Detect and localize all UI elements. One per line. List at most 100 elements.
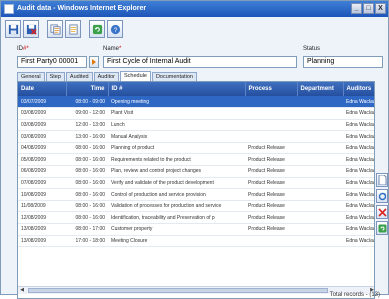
- cell-date: 03/08/2009: [18, 119, 66, 132]
- cell-department: [297, 188, 343, 201]
- help-button[interactable]: ?: [107, 20, 123, 38]
- cell-id: Plant Visit: [108, 107, 245, 120]
- cell-auditors: Edna Waclaw: [343, 142, 374, 155]
- cell-department: [297, 96, 343, 109]
- table-row[interactable]: 12/08/2009 08:00 - 16:00 Identification, t…: [18, 211, 374, 225]
- cell-date: 11/08/2009: [18, 200, 66, 213]
- copy-icon: [49, 23, 61, 35]
- cell-date: 04/08/2009: [18, 142, 66, 155]
- tab-audited[interactable]: Audited: [65, 72, 93, 81]
- save-close-button[interactable]: [23, 20, 39, 38]
- save-button[interactable]: [5, 20, 21, 38]
- cell-id: Verify and validate of the product devel…: [108, 177, 245, 190]
- cell-process: [245, 235, 297, 248]
- table-row[interactable]: 03/08/2009 12:00 - 13:00 Lunch Edna Waclaw: [18, 119, 374, 132]
- refresh-grid-button[interactable]: [376, 189, 388, 203]
- col-header-department[interactable]: Department: [297, 82, 344, 96]
- cell-time: 08:00 - 16:00: [66, 211, 108, 225]
- cell-time: 13:00 - 16:00: [66, 130, 108, 143]
- scroll-left-icon[interactable]: ◀: [18, 287, 26, 294]
- window-title: Audit data - Windows Internet Explorer: [17, 5, 147, 12]
- col-header-date[interactable]: Date: [18, 82, 67, 96]
- col-header-id[interactable]: ID #: [108, 82, 246, 96]
- help-icon: ?: [110, 24, 120, 34]
- cell-process: Product Release: [245, 188, 297, 201]
- cell-department: [297, 165, 343, 178]
- id-field[interactable]: First Party0 00001: [17, 56, 87, 68]
- cell-process: Product Release: [245, 165, 297, 178]
- col-header-time[interactable]: Time: [66, 82, 109, 96]
- table-row[interactable]: 11/08/2009 08:00 - 16:00 Validation of pro…: [18, 200, 374, 213]
- export-icon: [378, 224, 386, 232]
- id-lookup-button[interactable]: [89, 56, 99, 68]
- cell-date: 06/08/2009: [18, 165, 66, 178]
- table-row[interactable]: 07/08/2009 08:00 - 16:00 Verify and valida…: [18, 177, 374, 190]
- cell-department: [297, 130, 343, 143]
- cell-auditors: Edna Waclaw: [343, 200, 374, 213]
- cell-id: Lunch: [108, 119, 245, 132]
- cell-date: 03/07/2009: [18, 96, 66, 109]
- name-field[interactable]: First Cycle of Internal Audit: [103, 56, 297, 68]
- maximize-button[interactable]: □: [363, 3, 374, 14]
- table-row[interactable]: 03/08/2009 13:00 - 16:00 Manual Analysis Ed…: [18, 130, 374, 143]
- horizontal-scrollbar[interactable]: ◀ ▶: [18, 286, 374, 294]
- cell-process: Product Release: [245, 200, 297, 213]
- cell-process: Product Release: [245, 153, 297, 167]
- cell-time: 08:00 - 17:00: [66, 223, 108, 236]
- tab-schedule[interactable]: Schedule: [120, 71, 151, 81]
- cell-date: 13/08/2009: [18, 223, 66, 236]
- cell-date: 10/08/2009: [18, 188, 66, 201]
- refresh-button[interactable]: [89, 20, 105, 38]
- cell-date: 03/08/2009: [18, 130, 66, 143]
- cell-process: [245, 107, 297, 120]
- cell-process: [245, 130, 297, 143]
- save-close-icon: [26, 24, 37, 35]
- audit-data-window: Audit data - Windows Internet Explorer _…: [0, 0, 389, 299]
- minimize-button[interactable]: _: [351, 3, 362, 14]
- col-header-auditors[interactable]: Auditors: [343, 82, 374, 96]
- table-row[interactable]: 06/08/2009 08:00 - 16:00 Plan, review and …: [18, 165, 374, 178]
- scroll-thumb[interactable]: [28, 288, 328, 293]
- table-row[interactable]: 03/08/2009 09:00 - 12:00 Plant Visit Edna W…: [18, 107, 374, 120]
- cell-auditors: Edna Waclaw: [343, 177, 374, 190]
- status-label: Status: [303, 46, 321, 52]
- cell-date: 03/08/2009: [18, 107, 66, 120]
- tab-documentation[interactable]: Documentation: [151, 72, 197, 81]
- table-row[interactable]: 13/08/2009 17:00 - 18:00 Meeting Closure Ed…: [18, 235, 374, 248]
- tab-step[interactable]: Step: [45, 72, 65, 81]
- table-row[interactable]: 05/08/2009 08:00 - 16:00 Requirements rela…: [18, 153, 374, 167]
- total-records: Total records - (13): [329, 292, 380, 298]
- cell-time: 08:00 - 16:00: [66, 142, 108, 155]
- cell-id: Manual Analysis: [108, 130, 245, 143]
- table-row[interactable]: 04/08/2009 08:00 - 16:00 Planning of produ…: [18, 142, 374, 155]
- schedule-table: Date Time ID # Process Department Audito…: [18, 82, 374, 248]
- cell-id: Customer property: [108, 223, 245, 236]
- cell-auditors: Edna Waclaw: [343, 223, 374, 236]
- name-label: Name*: [103, 46, 122, 52]
- print-icon: [68, 23, 78, 35]
- table-row[interactable]: 03/07/2009 08:00 - 09:00 Opening meeting Ed…: [18, 96, 374, 109]
- cell-time: 08:00 - 16:00: [66, 165, 108, 178]
- save-icon: [8, 24, 18, 34]
- toolbar: ?: [5, 20, 123, 40]
- print-button[interactable]: [65, 20, 81, 38]
- cell-time: 17:00 - 18:00: [66, 235, 108, 248]
- copy-button[interactable]: [47, 20, 63, 38]
- col-header-process[interactable]: Process: [245, 82, 298, 96]
- delete-button[interactable]: [376, 205, 388, 219]
- cell-time: 12:00 - 13:00: [66, 119, 108, 132]
- cell-department: [297, 200, 343, 213]
- new-record-button[interactable]: [376, 173, 388, 187]
- close-button[interactable]: X: [375, 3, 386, 14]
- tab-auditor[interactable]: Auditor: [93, 72, 119, 81]
- cell-auditors: Edna Waclaw: [343, 165, 374, 178]
- cell-process: Product Release: [245, 177, 297, 190]
- table-row[interactable]: 13/08/2009 08:00 - 17:00 Customer property…: [18, 223, 374, 236]
- tab-general[interactable]: General: [17, 72, 45, 81]
- tab-bar: General Step Audited Auditor Schedule Do…: [17, 71, 198, 81]
- cell-department: [297, 142, 343, 155]
- table-row[interactable]: 10/08/2009 08:00 - 16:00 Control of produc…: [18, 188, 374, 201]
- cell-id: Opening meeting: [108, 96, 245, 109]
- cell-process: [245, 96, 297, 109]
- export-button[interactable]: [376, 221, 388, 235]
